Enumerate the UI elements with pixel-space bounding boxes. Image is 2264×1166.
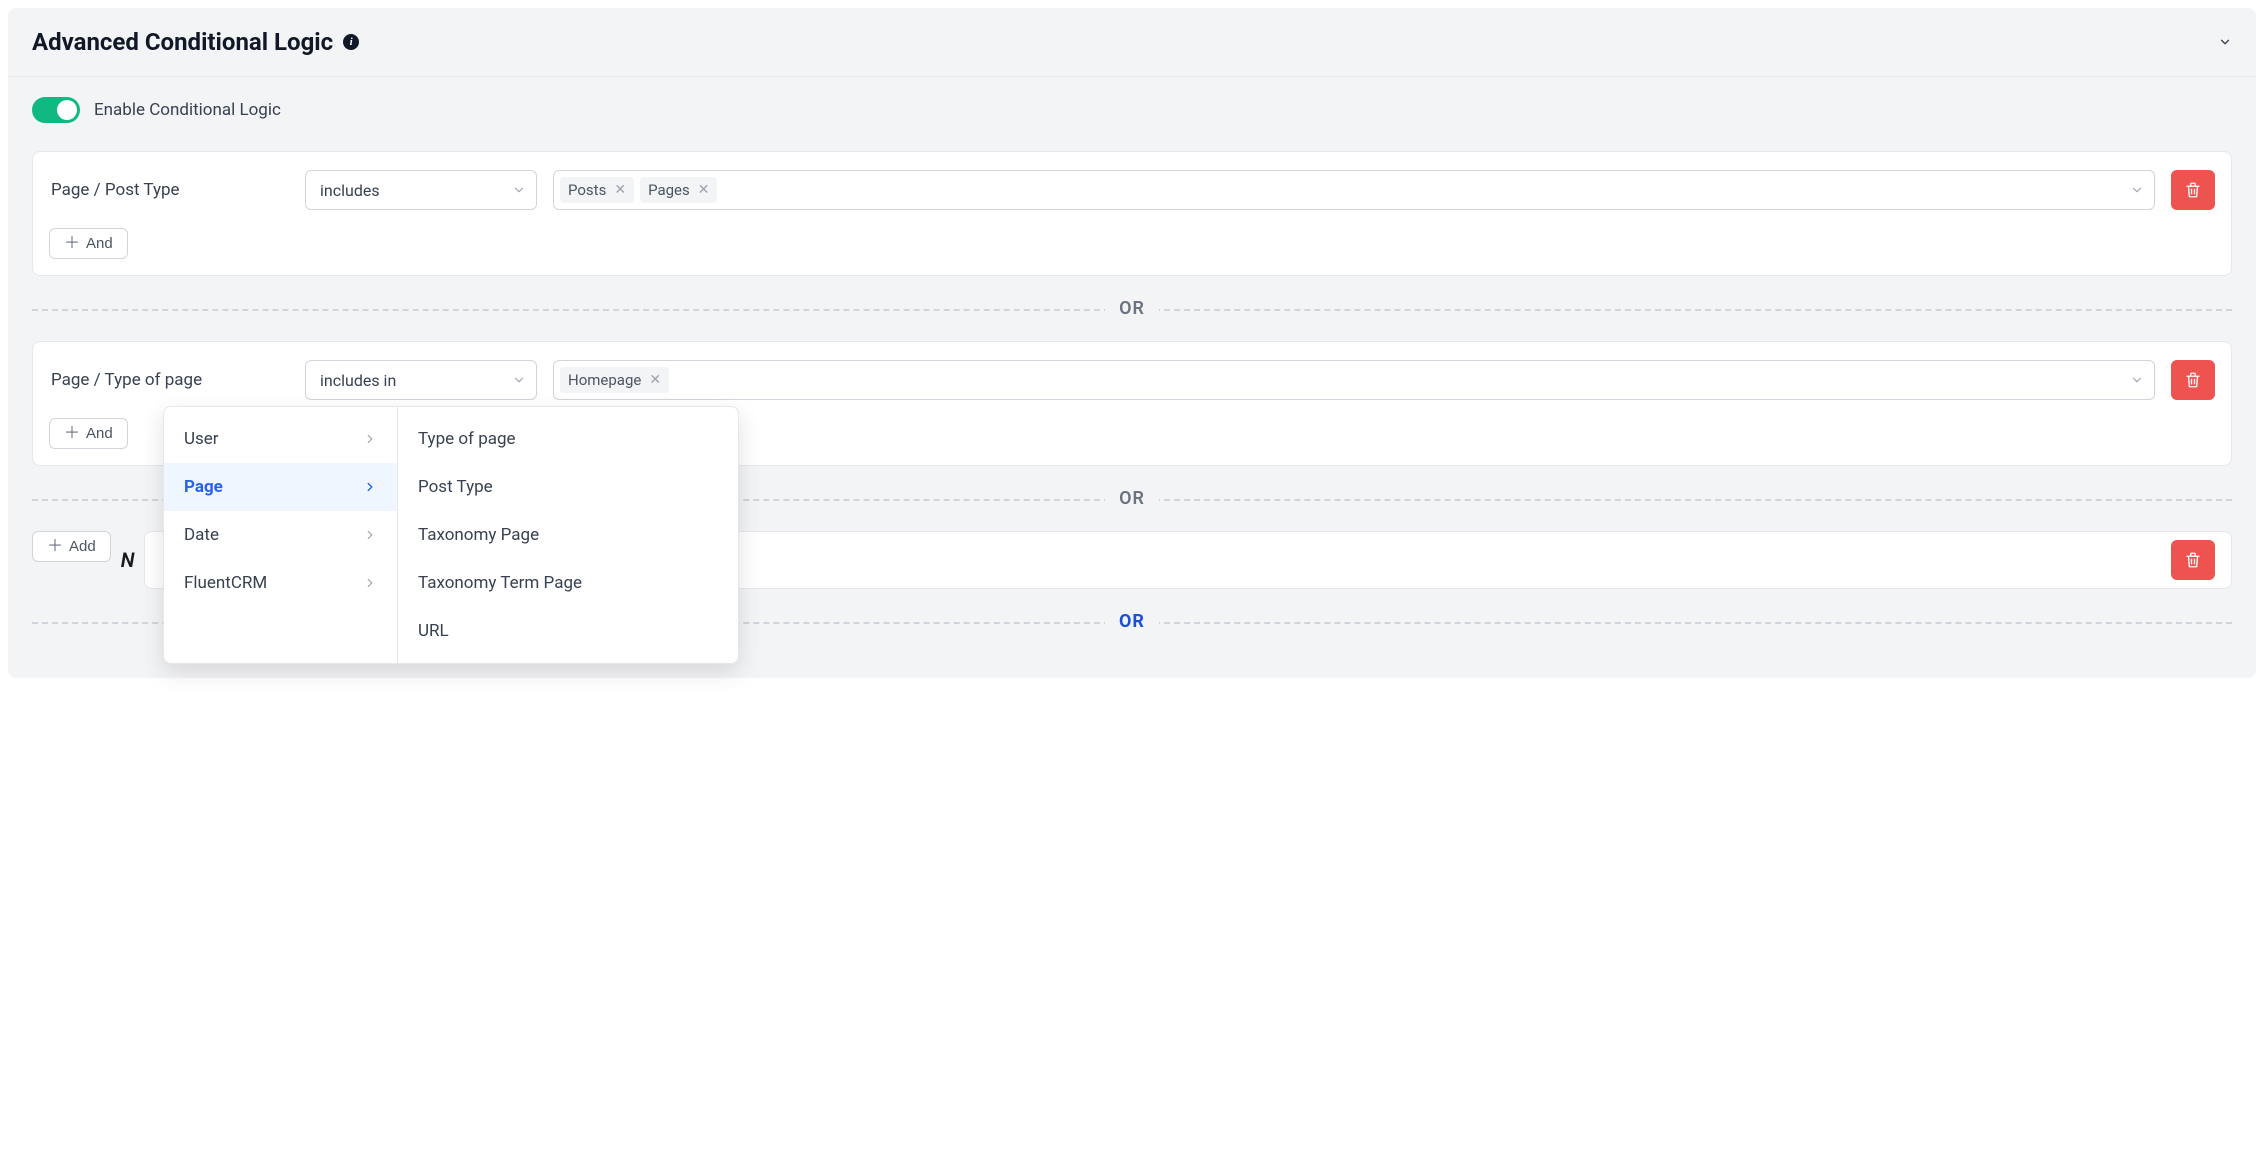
- chevron-down-icon: [512, 183, 526, 197]
- cascader-item-label: Taxonomy Term Page: [418, 573, 582, 593]
- operator-value: includes: [320, 181, 380, 200]
- plus-icon: ＋: [47, 539, 63, 555]
- chevron-down-icon: [2130, 183, 2144, 197]
- cascader-column-2: Type of page Post Type Taxonomy Page Tax…: [398, 407, 738, 663]
- value-multiselect[interactable]: Posts ✕ Pages ✕: [553, 170, 2155, 210]
- rule-field-label: Page / Post Type: [49, 180, 289, 200]
- delete-rule-button[interactable]: [2171, 540, 2215, 580]
- cascader-item-label: Page: [184, 477, 223, 497]
- tag-remove-icon[interactable]: ✕: [614, 182, 626, 198]
- advanced-conditional-logic-panel: Advanced Conditional Logic i Enable Cond…: [8, 8, 2256, 678]
- collapse-chevron-icon[interactable]: [2218, 35, 2232, 49]
- cascader-item-post-type[interactable]: Post Type: [398, 463, 738, 511]
- operator-value: includes in: [320, 371, 396, 390]
- plus-icon: ＋: [64, 236, 80, 252]
- rule-group: Page / Post Type includes Posts ✕ Pages …: [32, 151, 2232, 276]
- delete-rule-button[interactable]: [2171, 170, 2215, 210]
- cascader-item-label: Taxonomy Page: [418, 525, 539, 545]
- or-label: OR: [1105, 298, 1159, 319]
- cascader-item-type-of-page[interactable]: Type of page: [398, 415, 738, 463]
- info-icon[interactable]: i: [343, 34, 359, 50]
- tag-remove-icon[interactable]: ✕: [698, 182, 710, 198]
- rule-row: Page / Type of page includes in Homepage…: [49, 360, 2215, 400]
- selected-tag: Posts ✕: [560, 177, 634, 203]
- panel-header: Advanced Conditional Logic i: [8, 8, 2256, 77]
- cascader-item-label: Type of page: [418, 429, 516, 449]
- chevron-right-icon: [363, 576, 377, 590]
- chevron-right-icon: [363, 528, 377, 542]
- and-label: And: [86, 235, 113, 252]
- or-divider: OR: [32, 298, 2232, 319]
- cascader-column-1: User Page Date FluentCRM: [164, 407, 398, 663]
- panel-body: Enable Conditional Logic Page / Post Typ…: [8, 77, 2256, 678]
- cascader-item-label: URL: [418, 621, 449, 641]
- add-and-button[interactable]: ＋ And: [49, 418, 128, 449]
- operator-select[interactable]: includes: [305, 170, 537, 210]
- panel-title: Advanced Conditional Logic: [32, 28, 333, 56]
- rule-row: Page / Post Type includes Posts ✕ Pages …: [49, 170, 2215, 210]
- tag-remove-icon[interactable]: ✕: [649, 372, 661, 388]
- tag-label: Homepage: [568, 371, 641, 389]
- cascader-item-page[interactable]: Page: [164, 463, 397, 511]
- selected-tag: Homepage ✕: [560, 367, 669, 393]
- operator-select[interactable]: includes in: [305, 360, 537, 400]
- cascader-item-label: FluentCRM: [184, 573, 267, 593]
- cascader-item-label: Date: [184, 525, 219, 545]
- field-cascader-popup: User Page Date FluentCRM: [163, 406, 739, 664]
- value-multiselect[interactable]: Homepage ✕: [553, 360, 2155, 400]
- plus-icon: ＋: [64, 426, 80, 442]
- cascader-item-fluentcrm[interactable]: FluentCRM: [164, 559, 397, 607]
- chevron-right-icon: [363, 432, 377, 446]
- or-label: OR: [1105, 611, 1159, 632]
- delete-rule-button[interactable]: [2171, 360, 2215, 400]
- cursor-glyph: N: [121, 548, 135, 572]
- cascader-item-user[interactable]: User: [164, 415, 397, 463]
- cascader-item-label: Post Type: [418, 477, 493, 497]
- selected-tag: Pages ✕: [640, 177, 717, 203]
- tag-label: Pages: [648, 181, 690, 199]
- add-label: Add: [69, 538, 96, 555]
- or-label: OR: [1105, 488, 1159, 509]
- cascader-item-taxonomy-page[interactable]: Taxonomy Page: [398, 511, 738, 559]
- enable-toggle[interactable]: [32, 97, 80, 123]
- cascader-item-url[interactable]: URL: [398, 607, 738, 655]
- tag-label: Posts: [568, 181, 606, 199]
- chevron-right-icon: [363, 480, 377, 494]
- enable-toggle-row: Enable Conditional Logic: [8, 97, 2256, 151]
- chevron-down-icon: [2130, 373, 2144, 387]
- enable-toggle-label: Enable Conditional Logic: [94, 100, 281, 120]
- rule-group: Page / Type of page includes in Homepage…: [32, 341, 2232, 466]
- cascader-item-date[interactable]: Date: [164, 511, 397, 559]
- add-group-button[interactable]: ＋ Add: [32, 531, 111, 562]
- panel-title-wrap: Advanced Conditional Logic i: [32, 28, 359, 56]
- rule-field-label: Page / Type of page: [49, 370, 289, 390]
- cascader-item-taxonomy-term-page[interactable]: Taxonomy Term Page: [398, 559, 738, 607]
- and-label: And: [86, 425, 113, 442]
- add-and-button[interactable]: ＋ And: [49, 228, 128, 259]
- cascader-item-label: User: [184, 429, 219, 449]
- chevron-down-icon: [512, 373, 526, 387]
